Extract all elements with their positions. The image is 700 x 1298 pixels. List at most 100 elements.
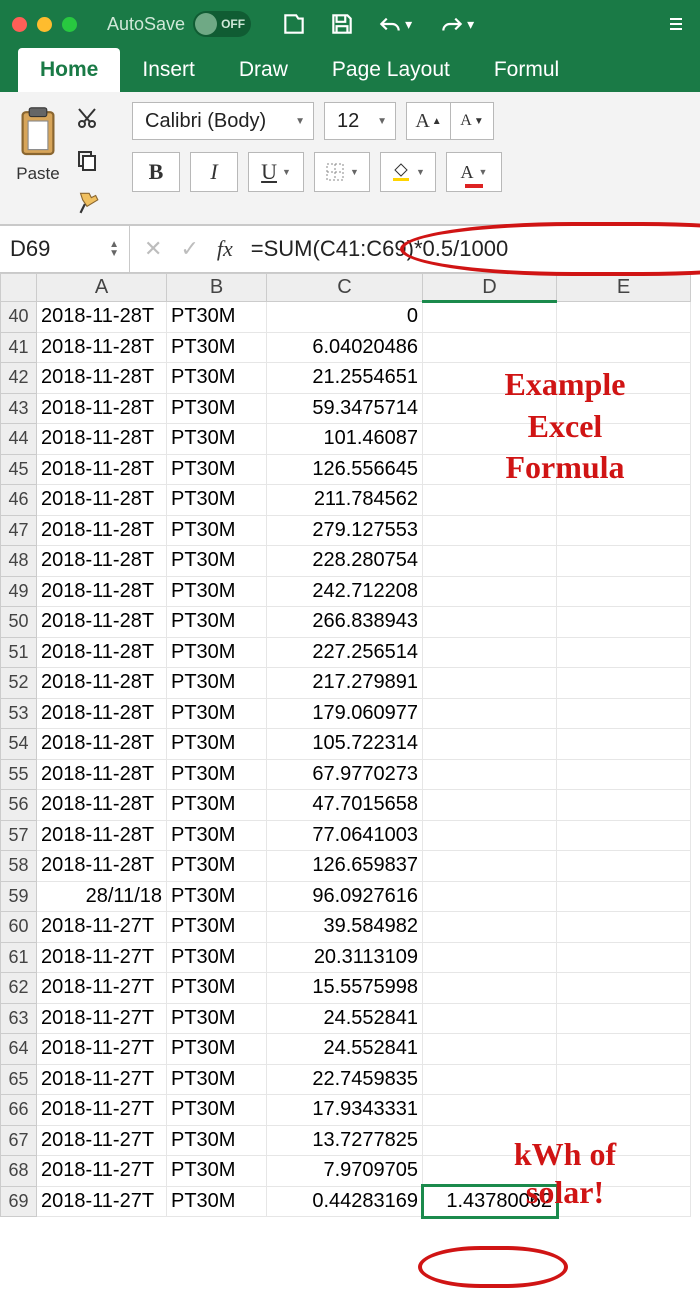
cell[interactable]: PT30M [167, 515, 267, 546]
cell[interactable]: 2018-11-28T [37, 790, 167, 821]
cell[interactable]: 2018-11-28T [37, 454, 167, 485]
undo-icon[interactable] [377, 11, 403, 37]
font-size-combo[interactable]: 12▼ [324, 102, 396, 140]
cell[interactable]: 2018-11-27T [37, 1125, 167, 1156]
cell[interactable]: 2018-11-28T [37, 302, 167, 333]
borders-button[interactable]: ▼ [314, 152, 370, 192]
cell[interactable]: 101.46087 [267, 424, 423, 455]
col-header-e[interactable]: E [557, 274, 691, 302]
cell[interactable] [557, 759, 691, 790]
cell[interactable]: PT30M [167, 1125, 267, 1156]
cell[interactable]: 2018-11-27T [37, 942, 167, 973]
cell[interactable] [557, 881, 691, 912]
cell[interactable] [557, 912, 691, 943]
tab-home[interactable]: Home [18, 48, 120, 92]
cell[interactable]: 59.3475714 [267, 393, 423, 424]
row-header[interactable]: 48 [1, 546, 37, 577]
cell[interactable]: 105.722314 [267, 729, 423, 760]
cell[interactable] [423, 1095, 557, 1126]
shrink-font-button[interactable]: A▼ [450, 102, 494, 140]
row-header[interactable]: 58 [1, 851, 37, 882]
cell[interactable] [423, 1064, 557, 1095]
cell[interactable]: PT30M [167, 973, 267, 1004]
row-header[interactable]: 67 [1, 1125, 37, 1156]
cell[interactable] [557, 698, 691, 729]
row-header[interactable]: 41 [1, 332, 37, 363]
cell[interactable] [423, 790, 557, 821]
cell[interactable] [423, 668, 557, 699]
row-header[interactable]: 47 [1, 515, 37, 546]
cell[interactable]: 24.552841 [267, 1034, 423, 1065]
cell[interactable]: 67.9770273 [267, 759, 423, 790]
cell[interactable] [557, 1003, 691, 1034]
cell[interactable]: PT30M [167, 1095, 267, 1126]
cell[interactable]: 2018-11-28T [37, 515, 167, 546]
tab-page-layout[interactable]: Page Layout [310, 48, 472, 92]
cell[interactable] [423, 485, 557, 516]
cell[interactable] [423, 637, 557, 668]
col-header-c[interactable]: C [267, 274, 423, 302]
cell[interactable] [423, 515, 557, 546]
paste-button[interactable] [12, 102, 64, 162]
cell[interactable] [557, 1034, 691, 1065]
row-header[interactable]: 56 [1, 790, 37, 821]
toggle-switch[interactable]: OFF [193, 11, 251, 37]
cell[interactable]: 2018-11-28T [37, 820, 167, 851]
cell[interactable]: PT30M [167, 729, 267, 760]
cell[interactable]: 2018-11-28T [37, 729, 167, 760]
cell[interactable] [423, 759, 557, 790]
row-header[interactable]: 42 [1, 363, 37, 394]
cell[interactable] [557, 546, 691, 577]
cut-button[interactable] [72, 104, 102, 132]
row-header[interactable]: 68 [1, 1156, 37, 1187]
cell[interactable]: 2018-11-27T [37, 1034, 167, 1065]
row-header[interactable]: 40 [1, 302, 37, 333]
cell[interactable] [557, 332, 691, 363]
cell[interactable] [557, 668, 691, 699]
cell[interactable] [423, 942, 557, 973]
cell[interactable]: 2018-11-28T [37, 332, 167, 363]
cell[interactable]: PT30M [167, 576, 267, 607]
name-box[interactable]: D69 ▲▼ [0, 226, 130, 272]
cell[interactable]: 126.659837 [267, 851, 423, 882]
cell[interactable] [423, 820, 557, 851]
formula-input[interactable]: =SUM(C41:C69)*0.5/1000 [251, 236, 508, 262]
cell[interactable]: 24.552841 [267, 1003, 423, 1034]
cell[interactable] [423, 881, 557, 912]
cell[interactable] [557, 1095, 691, 1126]
cell[interactable]: 2018-11-28T [37, 851, 167, 882]
cell[interactable]: 28/11/18 [37, 881, 167, 912]
cell[interactable] [557, 515, 691, 546]
cell[interactable] [423, 302, 557, 333]
italic-button[interactable]: I [190, 152, 238, 192]
cell[interactable] [423, 332, 557, 363]
cell[interactable]: PT30M [167, 851, 267, 882]
cell[interactable] [423, 851, 557, 882]
tab-formulas[interactable]: Formul [472, 48, 581, 92]
cell[interactable]: PT30M [167, 790, 267, 821]
cell[interactable] [557, 942, 691, 973]
cell[interactable]: PT30M [167, 1003, 267, 1034]
cell[interactable] [557, 790, 691, 821]
save-icon[interactable] [329, 11, 355, 37]
col-header-a[interactable]: A [37, 274, 167, 302]
cell[interactable]: 2018-11-28T [37, 698, 167, 729]
cell[interactable]: PT30M [167, 424, 267, 455]
cell[interactable] [557, 851, 691, 882]
copy-button[interactable] [72, 146, 102, 174]
minimize-icon[interactable] [37, 17, 52, 32]
select-all-corner[interactable] [1, 274, 37, 302]
row-header[interactable]: 54 [1, 729, 37, 760]
cell[interactable]: 2018-11-28T [37, 668, 167, 699]
cell[interactable]: 242.712208 [267, 576, 423, 607]
cell[interactable]: 47.7015658 [267, 790, 423, 821]
namebox-stepper-icon[interactable]: ▲▼ [109, 240, 119, 258]
cell[interactable]: 211.784562 [267, 485, 423, 516]
cell[interactable] [557, 576, 691, 607]
row-header[interactable]: 60 [1, 912, 37, 943]
cell[interactable]: PT30M [167, 1186, 267, 1217]
cell[interactable] [557, 820, 691, 851]
cell[interactable]: 2018-11-28T [37, 637, 167, 668]
fullscreen-icon[interactable] [62, 17, 77, 32]
font-name-combo[interactable]: Calibri (Body)▼ [132, 102, 314, 140]
